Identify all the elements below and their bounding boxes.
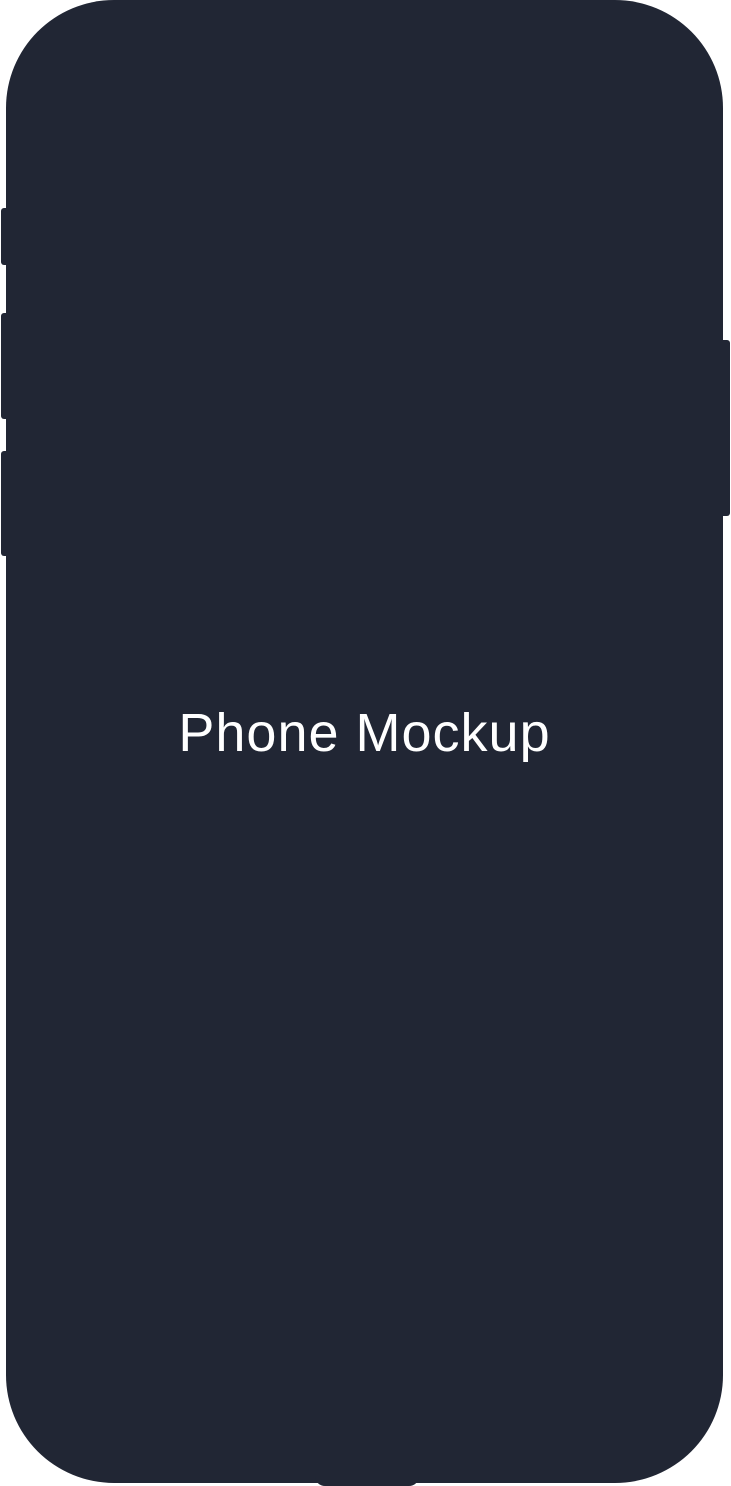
phone-mockup-stage: Phone Mockup: [0, 0, 731, 1486]
phone-mockup-label: Phone Mockup: [178, 703, 551, 763]
bottom-port: [315, 1476, 419, 1486]
phone-body: Phone Mockup: [6, 0, 723, 1483]
